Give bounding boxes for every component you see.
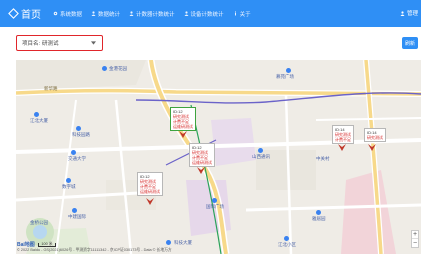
baidu-map-logo: Bai地图 <box>17 242 35 248</box>
road-label: 新华路 <box>44 86 58 91</box>
location-pin-icon <box>368 144 376 151</box>
poi-label: 江北小区 <box>278 242 296 247</box>
device-marker[interactable]: ID:12 研究测试 计费不足 运维研测试 <box>189 143 215 167</box>
user-menu[interactable]: 管理 <box>400 9 418 17</box>
top-navigation-bar: 首页 系统数据 数据统计 计数器计数统计 设备计数统计 关于 管理 <box>0 0 421 27</box>
poi-marker[interactable] <box>316 210 321 215</box>
device-marker[interactable]: ID:12 研究测试 计费不足 运维研测试 <box>137 172 163 196</box>
user-icon <box>400 10 405 16</box>
poi-label: 科技大厦 <box>174 240 192 245</box>
chevron-down-icon <box>91 41 96 45</box>
diamond-icon <box>8 8 19 19</box>
poi-marker[interactable] <box>166 240 171 245</box>
brand-title: 首页 <box>21 10 41 21</box>
poi-marker[interactable] <box>71 150 76 155</box>
poi-marker[interactable] <box>66 178 71 183</box>
device-marker[interactable]: ID:14 研究测试 <box>364 128 386 142</box>
user-icon <box>129 11 134 16</box>
nav-item-counter-stats[interactable]: 计数器计数统计 <box>129 10 175 18</box>
location-pin-icon <box>197 167 205 174</box>
info-icon <box>234 11 236 16</box>
nav-item-about[interactable]: 关于 <box>233 10 251 18</box>
nav-item-label: 数据统计 <box>98 11 121 18</box>
poi-marker[interactable] <box>34 112 39 117</box>
nav-item-device-stats[interactable]: 设备计数统计 <box>184 10 224 18</box>
poi-label: 慕苑广场 <box>276 74 294 79</box>
zoom-out-button[interactable]: − <box>412 239 418 247</box>
poi-marker[interactable] <box>72 208 77 213</box>
home-link[interactable]: 首页 <box>8 6 41 21</box>
location-pin-icon <box>179 131 187 138</box>
project-select-value: 研测试 <box>42 41 59 47</box>
user-label: 管理 <box>406 11 418 17</box>
toolbar: 项目名: 研测试 刷新 <box>0 27 421 60</box>
user-icon <box>91 11 96 16</box>
poi-label: 雅居园 <box>312 216 326 221</box>
nav-item-system-data[interactable]: 系统数据 <box>53 10 82 18</box>
nav-item-data-stats[interactable]: 数据统计 <box>91 10 120 18</box>
poi-label: 江北大厦 <box>30 118 48 123</box>
refresh-button[interactable]: 刷新 <box>402 37 418 49</box>
nav-item-label: 关于 <box>239 11 251 18</box>
nav-item-label: 系统数据 <box>60 11 83 18</box>
poi-label: 中关村 <box>316 156 330 161</box>
poi-label: 交通大学 <box>68 156 86 161</box>
poi-marker[interactable] <box>258 148 263 153</box>
map-scale: 100 米 <box>38 242 56 247</box>
project-select[interactable]: 项目名: 研测试 <box>16 35 103 51</box>
poi-label: 数字城 <box>62 184 76 189</box>
poi-marker[interactable] <box>102 66 107 71</box>
poi-marker[interactable] <box>286 68 291 73</box>
poi-label: 国际广场 <box>206 204 224 209</box>
nav-item-label: 设备计数统计 <box>190 11 224 18</box>
poi-label: 金桥公园 <box>30 220 48 225</box>
poi-label: 中建国际 <box>68 214 86 219</box>
poi-label: 金港花园 <box>109 66 127 71</box>
map-view[interactable]: 金港花园 慕苑广场 江北大厦 科技园路 交通大学 数字城 中建国际 科技大厦 国… <box>16 60 421 254</box>
poi-marker[interactable] <box>212 198 217 203</box>
nav-item-label: 计数器计数统计 <box>136 11 175 18</box>
gear-icon <box>53 11 58 16</box>
poi-marker[interactable] <box>76 126 81 131</box>
location-pin-icon <box>338 144 346 151</box>
poi-label: 山西通讯 <box>252 154 270 159</box>
poi-marker[interactable] <box>284 236 289 241</box>
device-marker[interactable]: ID:14 研究测试 计费不足 <box>332 125 354 144</box>
zoom-in-button[interactable]: + <box>412 231 418 239</box>
location-pin-icon <box>146 198 154 205</box>
project-select-label: 项目名: <box>22 41 41 47</box>
zoom-control: + − <box>411 230 419 248</box>
user-icon <box>184 11 189 16</box>
device-marker[interactable]: ID:12 研究测试 计费不足 运维研测试 <box>170 107 196 131</box>
poi-label: 科技园路 <box>72 132 90 137</box>
map-copyright: © 2022 Baidu - GS(2021)6026号 - 甲测资字11111… <box>17 248 172 252</box>
